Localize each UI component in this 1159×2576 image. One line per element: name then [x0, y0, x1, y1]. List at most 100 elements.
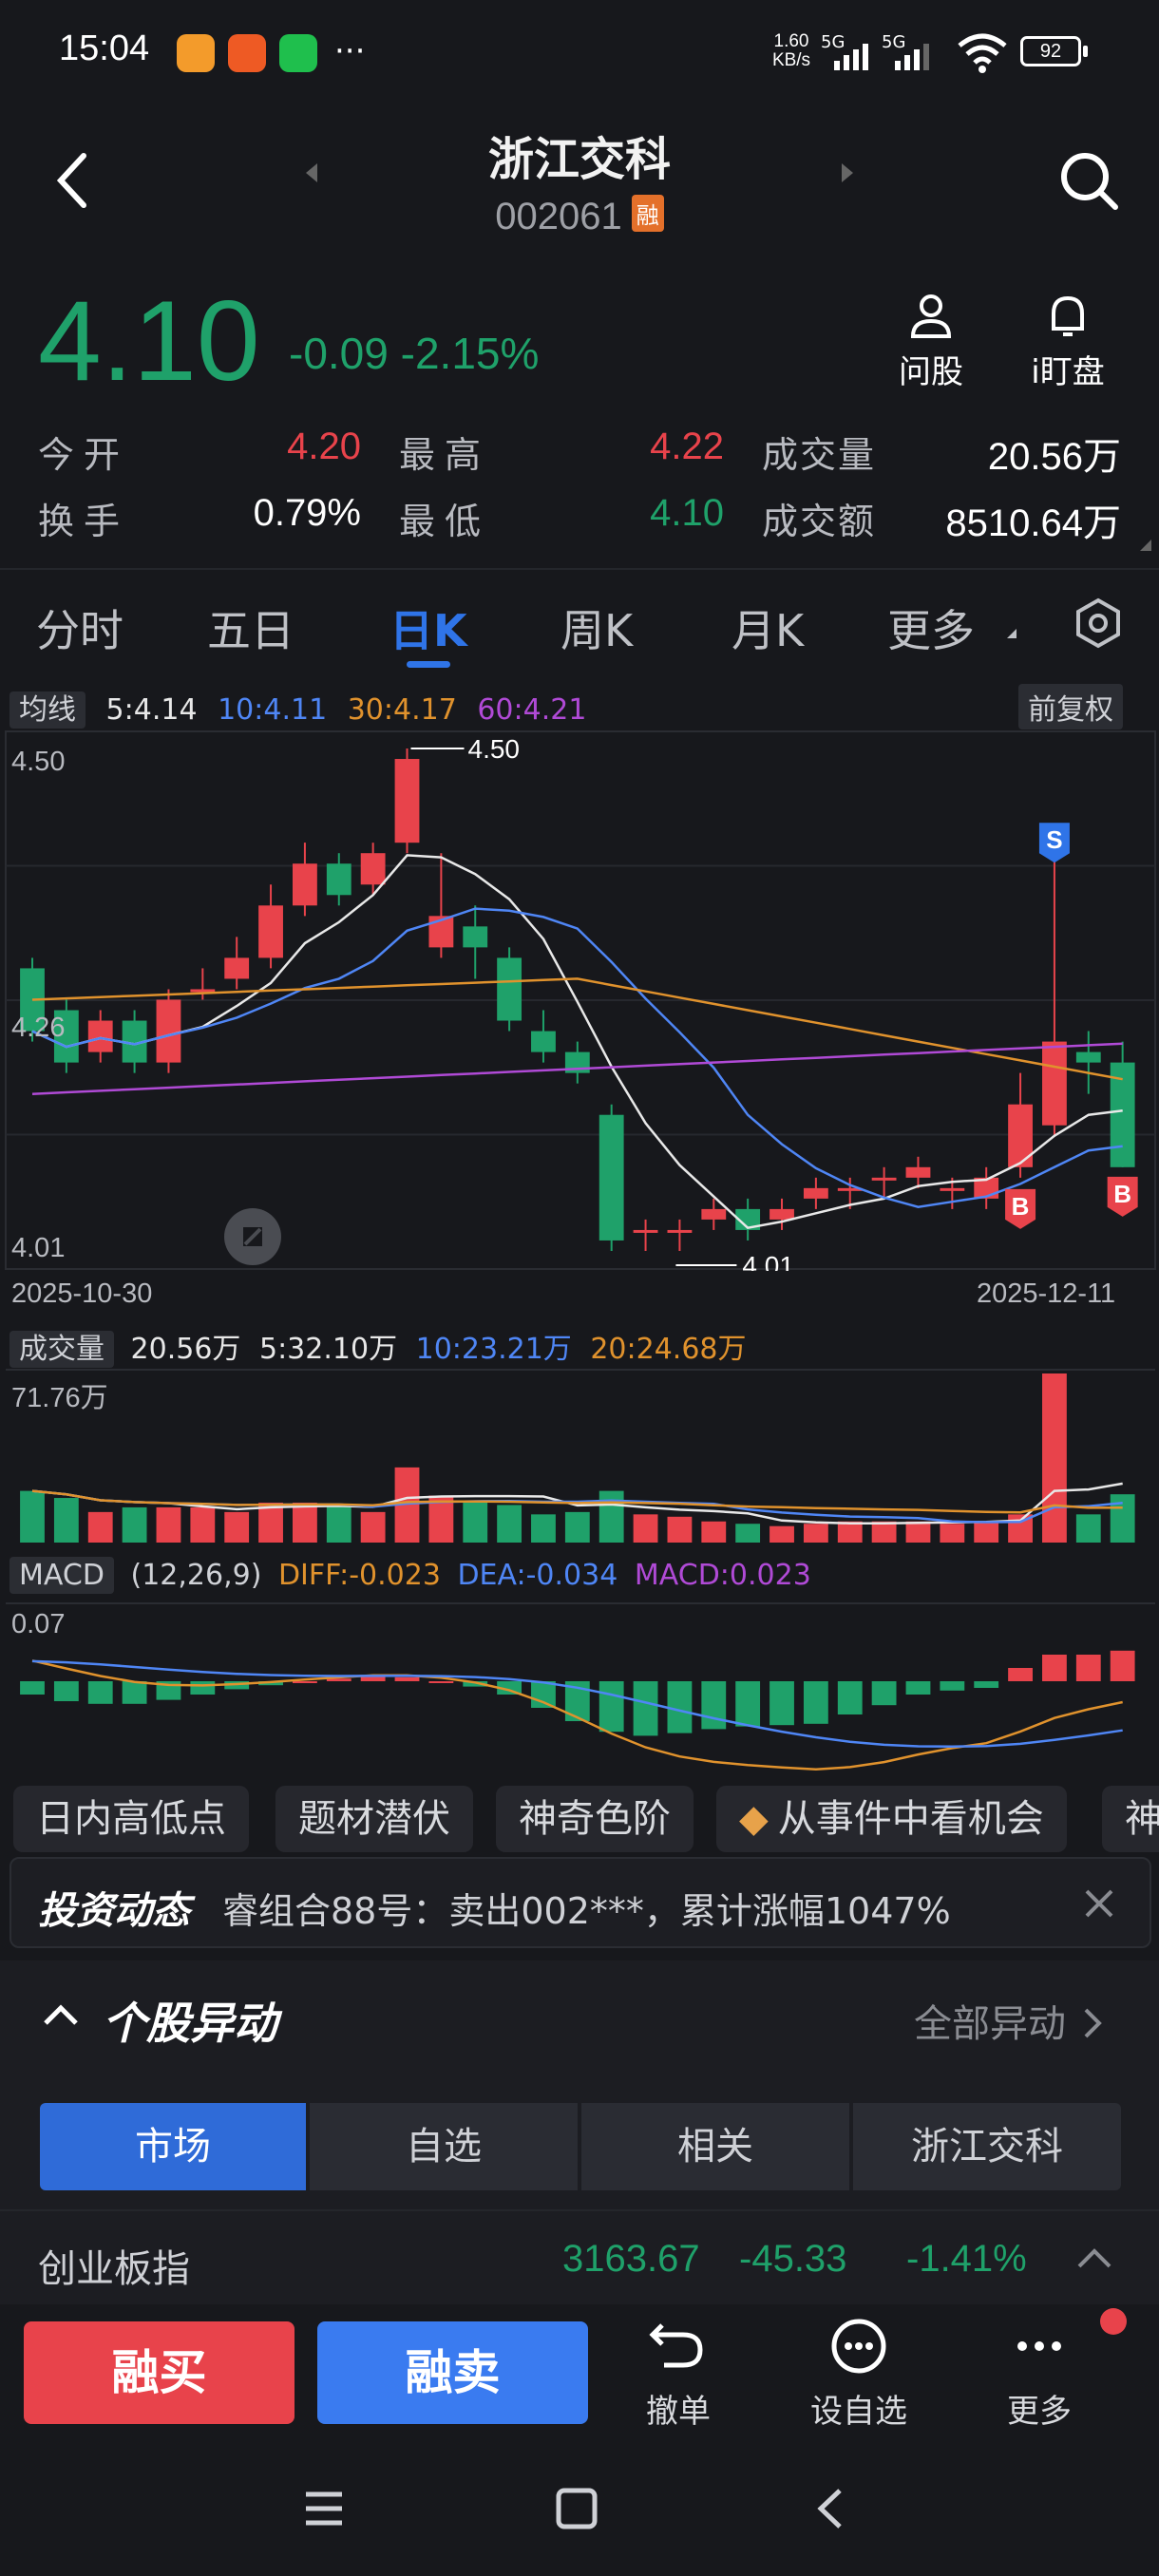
open-label: 今开 — [38, 434, 130, 476]
volume-bar — [974, 1521, 999, 1543]
macd-bar — [428, 1681, 454, 1683]
search-icon — [1061, 153, 1118, 210]
candle-body — [1008, 1104, 1033, 1167]
volume-bar — [497, 1505, 522, 1543]
tab-daily-k[interactable]: 日K — [390, 597, 467, 659]
section-title: 个股异动 — [103, 1998, 277, 2049]
feature-intraday-high-low[interactable]: 日内高低点 — [13, 1786, 249, 1852]
more-button[interactable]: 更多 — [973, 2316, 1106, 2432]
macd-chart[interactable] — [0, 1601, 1159, 1778]
tab-watchlist[interactable]: 自选 — [310, 2103, 578, 2190]
cancel-order-button[interactable]: 撤单 — [612, 2316, 745, 2432]
candle-body — [803, 1187, 828, 1199]
y-tick-high: 4.50 — [11, 747, 66, 777]
ma60-value: 60:4.21 — [477, 693, 587, 727]
feature-theme-ambush[interactable]: 题材潜伏 — [276, 1786, 473, 1852]
candle-body — [1075, 1051, 1101, 1063]
volume-bar — [803, 1524, 828, 1543]
margin-sell-button[interactable]: 融卖 — [317, 2321, 588, 2424]
draw-tool-button[interactable] — [224, 1208, 281, 1265]
net-speed: 1.60 KB/s — [771, 31, 811, 70]
amount-value: 8510.64万 — [945, 502, 1121, 544]
volume-bar — [87, 1511, 113, 1543]
volume-bar — [293, 1502, 317, 1543]
margin-buy-button[interactable]: 融买 — [24, 2321, 294, 2424]
more-dots-icon — [1017, 2341, 1061, 2351]
ma-selector[interactable]: 均线 — [10, 691, 86, 729]
close-news-button[interactable] — [1075, 1880, 1123, 1931]
feature-magic-color[interactable]: 神奇色阶 — [496, 1786, 694, 1852]
current-price: 4.10 — [38, 277, 260, 405]
investment-news-bar[interactable]: 投资动态 睿组合88号：卖出002***，累计涨幅1047% — [10, 1857, 1151, 1948]
macd-bar — [974, 1681, 999, 1688]
volume-bar — [701, 1521, 727, 1543]
status-bar: 15:04 ··· 1.60 KB/s 5G 5G 92 — [0, 0, 1159, 104]
ma-indicator-row: 均线 5:4.14 10:4.11 30:4.17 60:4.21 — [10, 686, 1150, 729]
pencil-icon — [243, 1227, 262, 1246]
battery-tip — [1083, 46, 1088, 57]
trade-marker-label: S — [1046, 825, 1062, 854]
candle-body — [905, 1166, 931, 1178]
menu-icon[interactable] — [300, 2485, 348, 2532]
margin-badge: 融 — [631, 195, 664, 232]
candle-body — [87, 1020, 113, 1052]
app-notification-icon — [177, 34, 215, 72]
candle-body — [258, 905, 283, 958]
candle-body — [360, 853, 386, 885]
feature-event-opportunity[interactable]: ◆ 从事件中看机会 — [716, 1786, 1067, 1852]
volume-selector[interactable]: 成交量 — [10, 1331, 114, 1368]
volume-bar — [598, 1490, 624, 1543]
tab-weekly-k[interactable]: 周K — [560, 597, 633, 659]
system-nav-bar — [0, 2451, 1159, 2576]
volume-bar — [667, 1516, 693, 1543]
feature-more[interactable]: 神 — [1102, 1786, 1159, 1852]
x-end-date: 2025-12-11 — [977, 1279, 1116, 1309]
tab-market[interactable]: 市场 — [40, 2103, 306, 2190]
macd-bar — [1110, 1650, 1135, 1681]
tab-five-day[interactable]: 五日 — [207, 597, 294, 659]
adjust-selector[interactable]: 前复权 — [1018, 684, 1123, 729]
add-watchlist-button[interactable]: 设自选 — [792, 2316, 925, 2432]
x-start-date: 2025-10-30 — [11, 1279, 153, 1309]
tab-stock-name[interactable]: 浙江交科 — [853, 2103, 1121, 2190]
ask-stock-button[interactable]: 问股 — [893, 291, 969, 392]
macd-bar — [803, 1681, 828, 1724]
index-value: 3163.67 — [562, 2238, 700, 2280]
back-nav-icon[interactable] — [808, 2485, 855, 2532]
news-text: 睿组合88号：卖出002***，累计涨幅1047% — [222, 1890, 951, 1932]
candle-body — [701, 1208, 727, 1220]
chevron-up-icon — [44, 2004, 78, 2025]
candle-body — [598, 1114, 624, 1241]
macd-bar — [940, 1681, 965, 1691]
expand-corner-icon[interactable] — [1138, 538, 1153, 553]
volume-bar — [53, 1498, 79, 1543]
index-row[interactable]: 创业板指 3163.67 -45.33 -1.41% — [0, 2209, 1159, 2304]
app-notification-icon — [228, 34, 266, 72]
dropdown-corner-icon — [1007, 629, 1016, 638]
candle-body — [394, 759, 420, 843]
collapse-section-button[interactable] — [40, 1995, 82, 2040]
home-icon[interactable] — [553, 2485, 600, 2532]
macd-selector[interactable]: MACD — [10, 1557, 114, 1594]
volume-bar — [463, 1500, 488, 1543]
candle-body — [871, 1177, 897, 1181]
kline-chart[interactable]: 4.50 4.01 S B B — [0, 729, 1159, 1271]
close-icon — [1085, 1889, 1113, 1918]
wechat-icon — [279, 34, 317, 72]
search-button[interactable] — [1056, 148, 1123, 218]
all-anomalies-link[interactable]: 全部异动 — [914, 1993, 1107, 2048]
volume-chart[interactable] — [0, 1368, 1159, 1544]
tab-more[interactable]: 更多 — [887, 597, 975, 659]
watch-market-button[interactable]: i盯盘 — [1022, 291, 1113, 392]
notification-dot — [1100, 2308, 1127, 2335]
candle-body — [1042, 1041, 1067, 1126]
macd-bar — [87, 1681, 113, 1704]
tab-intraday[interactable]: 分时 — [36, 597, 124, 659]
volume-bar — [770, 1525, 794, 1543]
candle-body — [463, 926, 488, 948]
tab-related[interactable]: 相关 — [581, 2103, 849, 2190]
battery-icon: 92 — [1020, 36, 1081, 66]
settings-icon[interactable] — [1072, 597, 1125, 650]
tab-monthly-k[interactable]: 月K — [732, 597, 804, 659]
macd-bar — [770, 1681, 794, 1726]
